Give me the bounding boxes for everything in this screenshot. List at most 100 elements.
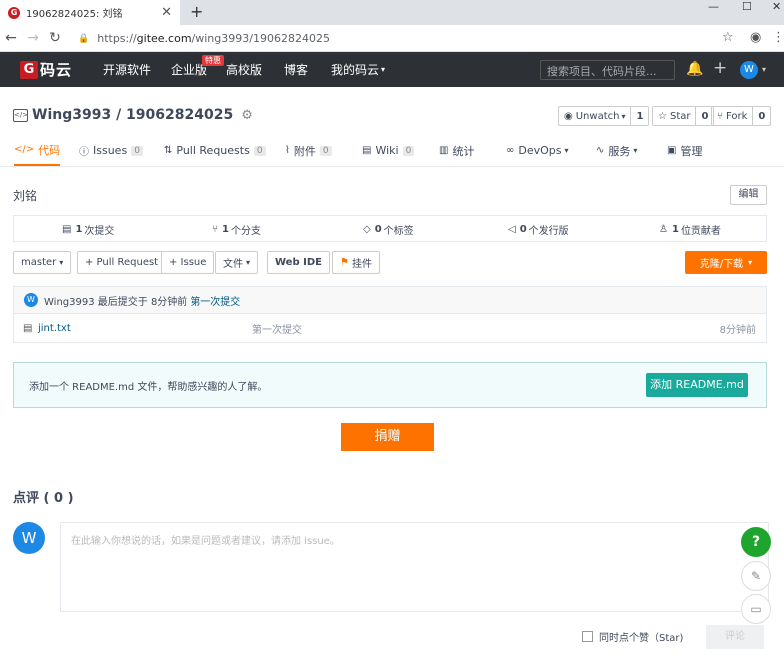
commit-author-avatar[interactable]: W — [24, 293, 38, 307]
release-icon: ◁ — [508, 224, 516, 235]
browser-tabstrip: G 19062824025: 刘铭 ✕ + — ☐ ✕ — [0, 0, 784, 25]
nav-opensource[interactable]: 开源软件 — [103, 52, 151, 87]
star-group[interactable]: ☆ Star 0 — [652, 106, 715, 126]
maximize-icon[interactable]: ☐ — [742, 0, 752, 13]
repo-title[interactable]: Wing3993 / 19062824025 — [32, 107, 233, 123]
fork-count[interactable]: 0 — [752, 107, 770, 125]
fork-button[interactable]: ⑂ Fork 0 — [711, 106, 772, 126]
stat-releases[interactable]: ◁ 0 个发行版 — [508, 222, 569, 237]
tab-pull-requests[interactable]: ⇅ Pull Requests 0 — [164, 135, 266, 166]
notification-bell-icon[interactable]: 🔔 — [686, 61, 703, 77]
nav-blog[interactable]: 博客 — [284, 52, 308, 87]
commenter-avatar[interactable]: W — [13, 522, 45, 554]
tab-wiki[interactable]: ▤ Wiki 0 — [362, 135, 415, 166]
nav-education[interactable]: 高校版 — [226, 52, 262, 87]
tab-attachments[interactable]: ⌇ 附件 0 — [285, 135, 332, 166]
repo-settings-icon[interactable]: ⚙ — [241, 108, 253, 123]
stat-contributors[interactable]: ♙ 1 位贡献者 — [659, 222, 721, 237]
file-commit-message[interactable]: 第一次提交 — [252, 321, 302, 336]
bookmark-star-icon[interactable]: ☆ — [722, 30, 734, 45]
commit-message-link[interactable]: 第一次提交 — [190, 293, 240, 308]
branch-icon: ⑂ — [212, 224, 218, 235]
fork-label-wrap: ⑂ Fork — [712, 111, 752, 122]
reload-icon[interactable]: ↻ — [44, 30, 66, 46]
tag-icon: ◇ — [363, 224, 371, 235]
tab-code-label: 代码 — [38, 143, 61, 157]
close-tab-icon[interactable]: ✕ — [161, 5, 172, 20]
back-icon[interactable]: ← — [0, 30, 22, 46]
stat-commits[interactable]: ▤ 1 次提交 — [62, 222, 114, 237]
browser-tab[interactable]: G 19062824025: 刘铭 ✕ — [0, 0, 180, 25]
new-pull-request-button[interactable]: + Pull Request — [77, 251, 166, 274]
file-browser: W Wing3993 最后提交于 8分钟前 第一次提交 ▤ jint.txt 第… — [13, 286, 767, 343]
tab-stats[interactable]: ▥ 统计 — [439, 135, 474, 166]
chevron-down-icon: ▾ — [748, 258, 753, 267]
fork-group[interactable]: ⑂ Fork 0 — [711, 106, 772, 126]
star-label: Star — [669, 110, 691, 122]
watch-count[interactable]: 1 — [630, 107, 648, 125]
submit-comment-button[interactable]: 评论 — [706, 625, 764, 649]
chevron-down-icon: ▾ — [633, 146, 638, 155]
comments-title: 点评 ( 0 ) — [13, 491, 74, 506]
contributors-icon: ♙ — [659, 224, 668, 235]
readme-notice-text: 添加一个 README.md 文件，帮助感兴趣的人了解。 — [29, 381, 268, 393]
stat-branches-label: 个分支 — [230, 226, 261, 237]
clone-download-button[interactable]: 克隆/下载 ▾ — [685, 251, 767, 274]
avatar-chevron-icon[interactable]: ▾ — [762, 65, 766, 74]
unwatch-button[interactable]: ◉ Unwatch ▾ 1 — [558, 106, 650, 126]
menu-dots-icon[interactable]: ⋮ — [772, 30, 784, 45]
close-window-icon[interactable]: ✕ — [772, 0, 781, 13]
tab-manage[interactable]: ▣ 管理 — [667, 135, 702, 166]
chat-icon[interactable]: ▭ — [741, 594, 771, 624]
gitee-favicon-icon: G — [8, 6, 20, 19]
tab-issues[interactable]: ⓘ Issues 0 — [79, 135, 143, 166]
tab-code[interactable]: </> 代码 — [14, 135, 61, 166]
profile-icon[interactable]: ◉ — [750, 30, 761, 45]
code-icon: </> — [14, 144, 35, 155]
edit-description-button[interactable]: 编辑 — [730, 185, 767, 205]
gitee-logo[interactable]: G 码云 — [20, 59, 72, 80]
add-readme-button[interactable]: 添加 README.md — [646, 373, 748, 397]
new-tab-icon[interactable]: + — [190, 2, 203, 21]
search-input[interactable]: 搜索项目、代码片段... — [540, 60, 675, 80]
star-also-checkbox[interactable] — [582, 631, 593, 642]
tab-services-label: 服务 — [608, 144, 631, 158]
file-row[interactable]: ▤ jint.txt 第一次提交 8分钟前 — [14, 314, 766, 343]
stat-tags[interactable]: ◇ 0 个标签 — [363, 222, 414, 237]
donate-button[interactable]: 捐赠 — [341, 423, 434, 451]
manage-icon: ▣ — [667, 145, 677, 156]
add-plus-icon[interactable]: + — [713, 58, 727, 78]
branch-select-label: master — [21, 257, 57, 268]
lock-icon: 🔒 — [78, 33, 90, 44]
pulse-icon: ∿ — [596, 145, 605, 156]
tab-services[interactable]: ∿ 服务 ▾ — [596, 135, 637, 166]
unwatch-label-wrap: ◉ Unwatch ▾ — [559, 111, 630, 122]
user-avatar[interactable]: W — [740, 61, 758, 79]
tab-devops[interactable]: ∞ DevOps ▾ — [506, 135, 568, 166]
address-bar[interactable]: 🔒 https://gitee.com/wing3993/19062824025 — [78, 29, 330, 48]
comment-textarea[interactable]: 在此输入你想说的话，如果是问题或者建议，请添加 issue。 — [60, 522, 769, 612]
help-question-icon[interactable]: ? — [741, 527, 771, 557]
widget-button[interactable]: ⚑ 挂件 — [332, 251, 380, 274]
stat-branches[interactable]: ⑂ 1 个分支 — [212, 222, 261, 237]
forward-icon[interactable]: → — [22, 30, 44, 46]
file-menu-button[interactable]: 文件 ▾ — [215, 251, 259, 274]
branch-select[interactable]: master ▾ — [13, 251, 72, 274]
widget-label: 挂件 — [351, 259, 372, 270]
nav-my-gitee[interactable]: 我的码云 ▾ — [331, 52, 385, 87]
minimize-icon[interactable]: — — [708, 0, 719, 13]
edit-share-icon[interactable]: ✎ — [741, 561, 771, 591]
watch-group[interactable]: ◉ Unwatch ▾ 1 — [558, 106, 650, 126]
tab-stats-label: 统计 — [452, 144, 475, 158]
web-ide-button[interactable]: Web IDE — [267, 251, 330, 274]
file-icon: ▤ — [23, 323, 33, 334]
chevron-down-icon: ▾ — [246, 258, 251, 267]
repo-stats-bar: ▤ 1 次提交 ⑂ 1 个分支 ◇ 0 个标签 ◁ 0 个发行版 ♙ 1 位贡献者 — [13, 215, 767, 242]
commit-icon: ▤ — [62, 224, 72, 235]
new-issue-button[interactable]: + Issue — [161, 251, 215, 274]
star-also-checkbox-row[interactable]: 同时点个赞（Star) — [582, 629, 683, 644]
star-button[interactable]: ☆ Star 0 — [652, 106, 715, 126]
gitee-logo-text: 码云 — [40, 61, 73, 79]
tab-devops-label: DevOps — [518, 144, 562, 157]
file-name[interactable]: jint.txt — [38, 323, 71, 334]
